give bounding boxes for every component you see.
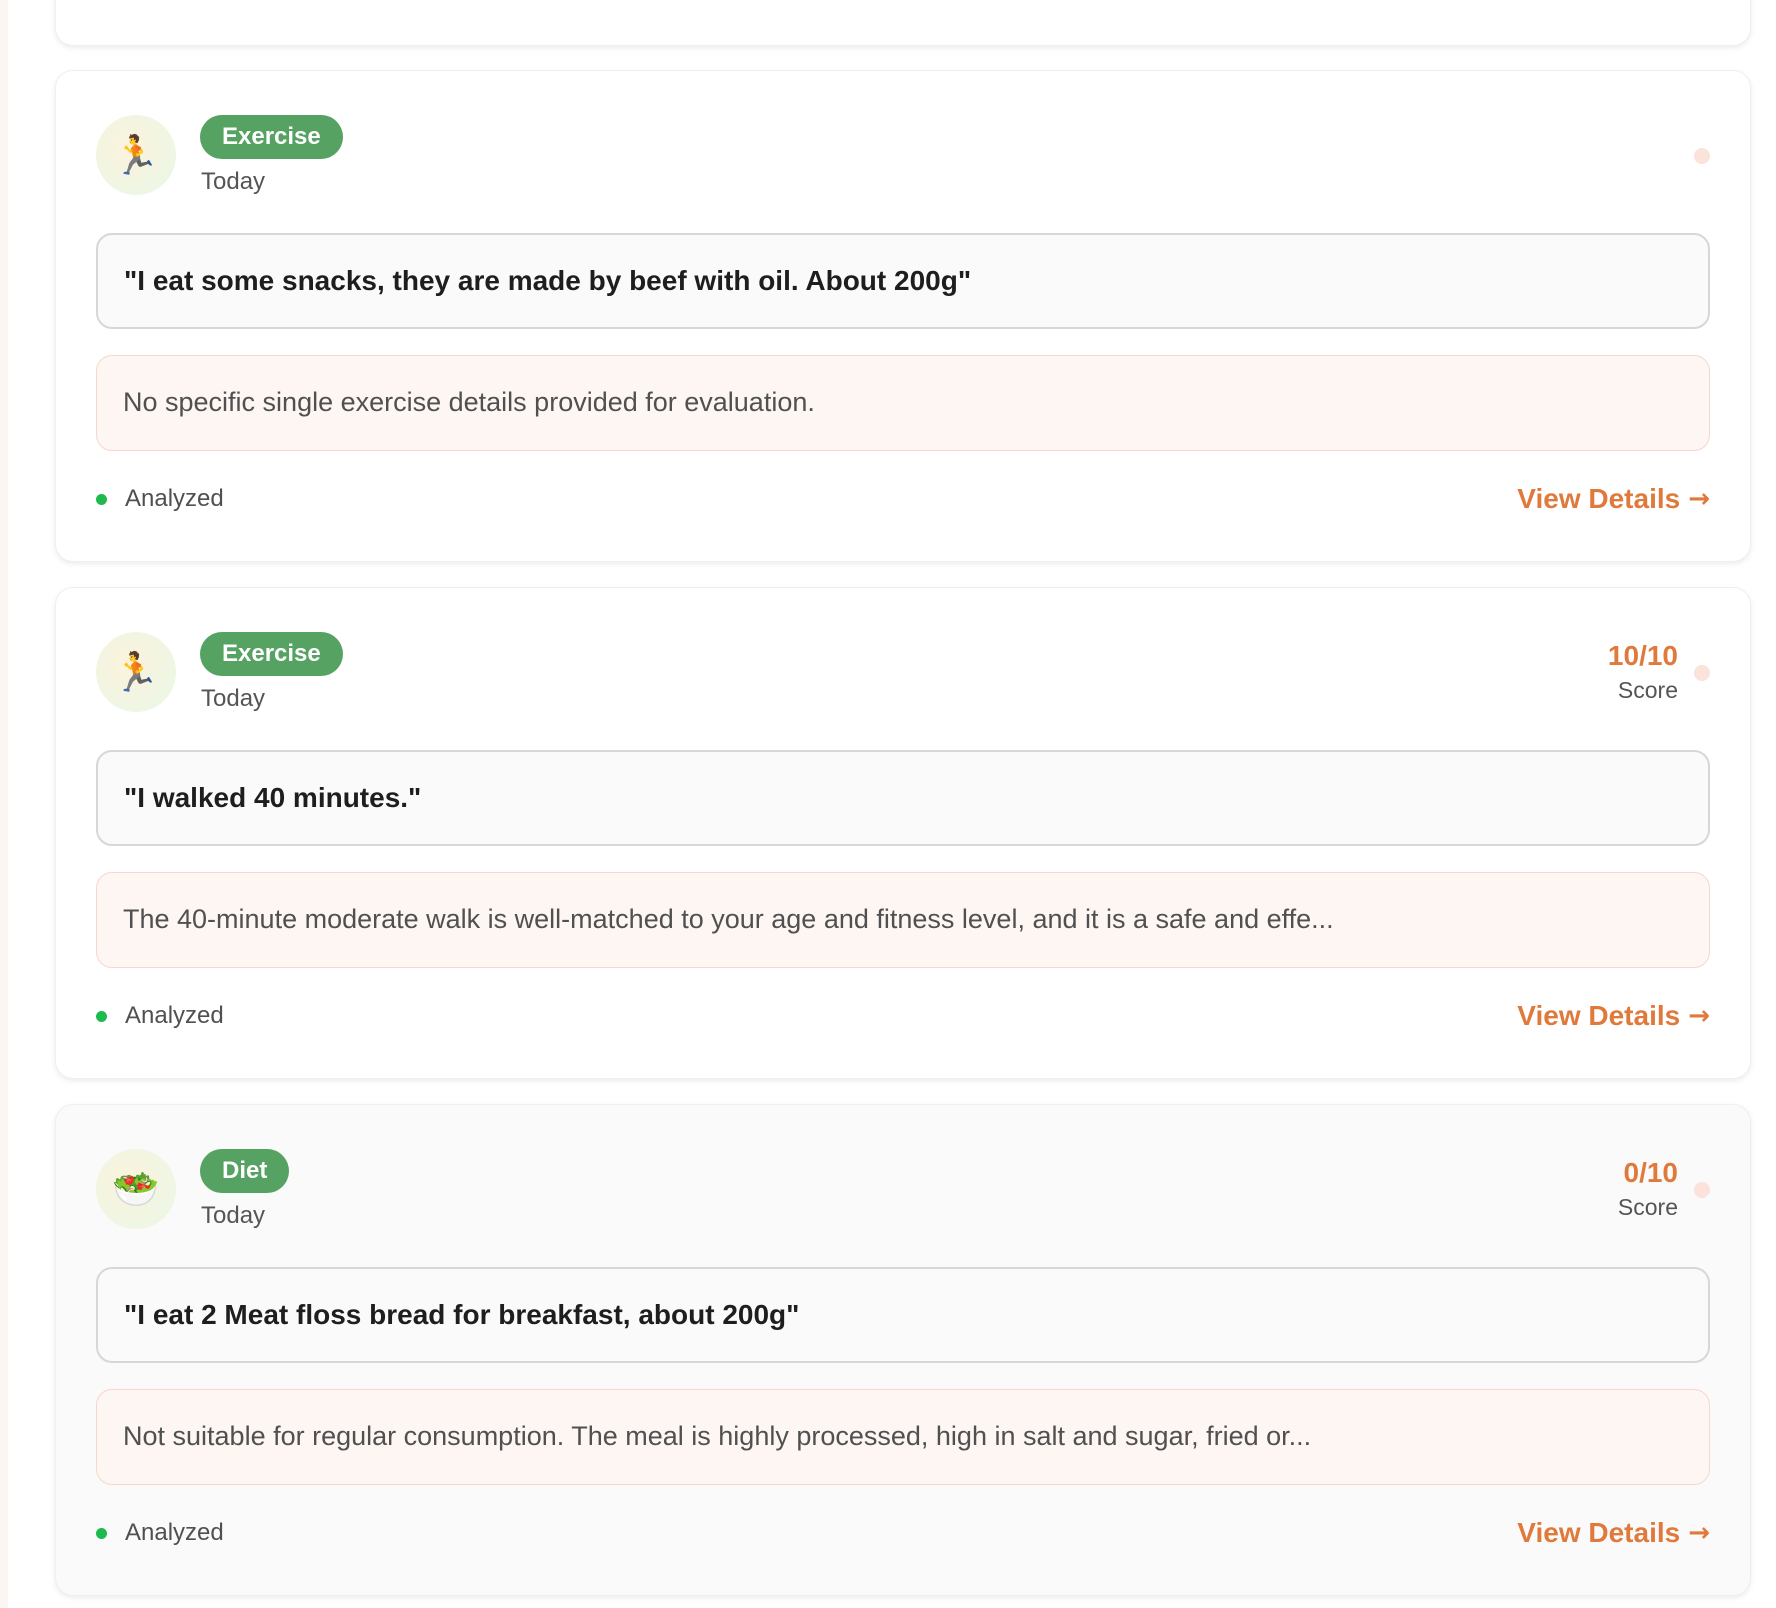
status-indicator: Analyzed (96, 483, 224, 515)
score-label: Score (1617, 1194, 1678, 1220)
avatar-glyph: 🏃 (112, 650, 160, 694)
indicator-dot (1694, 665, 1710, 681)
score-block: 0/10 Score (1618, 1157, 1678, 1221)
category-tag: Exercise (200, 632, 343, 676)
analysis-summary: Not suitable for regular consumption. Th… (96, 1389, 1710, 1485)
score-value: 10/10 (1607, 640, 1678, 671)
log-card[interactable]: 🥗 Diet Today 0/10 Score "I eat 2 Meat fl… (55, 1104, 1751, 1596)
status-text: Analyzed (125, 485, 224, 512)
status-dot-icon (96, 1527, 107, 1539)
log-list-page: 🏃 Exercise Today "I eat some snacks, the… (0, 0, 1776, 1608)
running-person-icon: 🏃 (96, 115, 176, 195)
analysis-summary: No specific single exercise details prov… (96, 355, 1710, 451)
entry-quote: "I eat some snacks, they are made by bee… (96, 233, 1710, 329)
salad-bowl-icon: 🥗 (96, 1149, 176, 1229)
indicator-dot (1694, 148, 1710, 164)
status-dot-icon (96, 493, 107, 505)
score-label: Score (1617, 677, 1678, 703)
view-details-label: View Details (1517, 1517, 1681, 1548)
status-text: Analyzed (125, 1519, 224, 1546)
category-tag: Exercise (200, 115, 343, 159)
category-tag: Diet (200, 1149, 290, 1193)
status-indicator: Analyzed (96, 1000, 224, 1032)
avatar-glyph: 🥗 (112, 1167, 160, 1211)
log-card[interactable]: 🏃 Exercise Today 10/10 Score "I walked 4… (55, 587, 1751, 1079)
analysis-summary: The 40-minute moderate walk is well-matc… (96, 872, 1710, 968)
view-details-label: View Details (1517, 1000, 1681, 1031)
entry-quote: "I eat 2 Meat floss bread for breakfast,… (96, 1267, 1710, 1363)
status-dot-icon (96, 1010, 107, 1022)
log-card-previous[interactable] (55, 0, 1751, 46)
entry-date: Today (201, 685, 266, 712)
arrow-right-icon: → (1688, 484, 1710, 514)
entry-date: Today (201, 168, 266, 195)
entry-quote-text: "I eat some snacks, they are made by bee… (124, 265, 972, 296)
arrow-right-icon: → (1688, 1001, 1710, 1031)
score-value: 0/10 (1623, 1157, 1679, 1188)
view-details-link[interactable]: View Details → (1517, 998, 1710, 1034)
entry-quote-text: "I walked 40 minutes." (124, 782, 422, 813)
arrow-right-icon: → (1688, 1518, 1710, 1548)
indicator-dot (1694, 1182, 1710, 1198)
entry-quote-text: "I eat 2 Meat floss bread for breakfast,… (124, 1299, 800, 1330)
view-details-link[interactable]: View Details → (1517, 1515, 1710, 1551)
entry-date: Today (201, 1202, 266, 1229)
entry-quote: "I walked 40 minutes." (96, 750, 1710, 846)
left-edge-panel (0, 0, 8, 1608)
status-text: Analyzed (125, 1002, 224, 1029)
running-person-icon: 🏃 (96, 632, 176, 712)
status-indicator: Analyzed (96, 1517, 224, 1549)
score-block: 10/10 Score (1608, 640, 1678, 704)
log-card[interactable]: 🏃 Exercise Today "I eat some snacks, the… (55, 70, 1751, 562)
view-details-label: View Details (1517, 483, 1681, 514)
view-details-link[interactable]: View Details → (1517, 481, 1710, 517)
avatar-glyph: 🏃 (112, 133, 160, 177)
